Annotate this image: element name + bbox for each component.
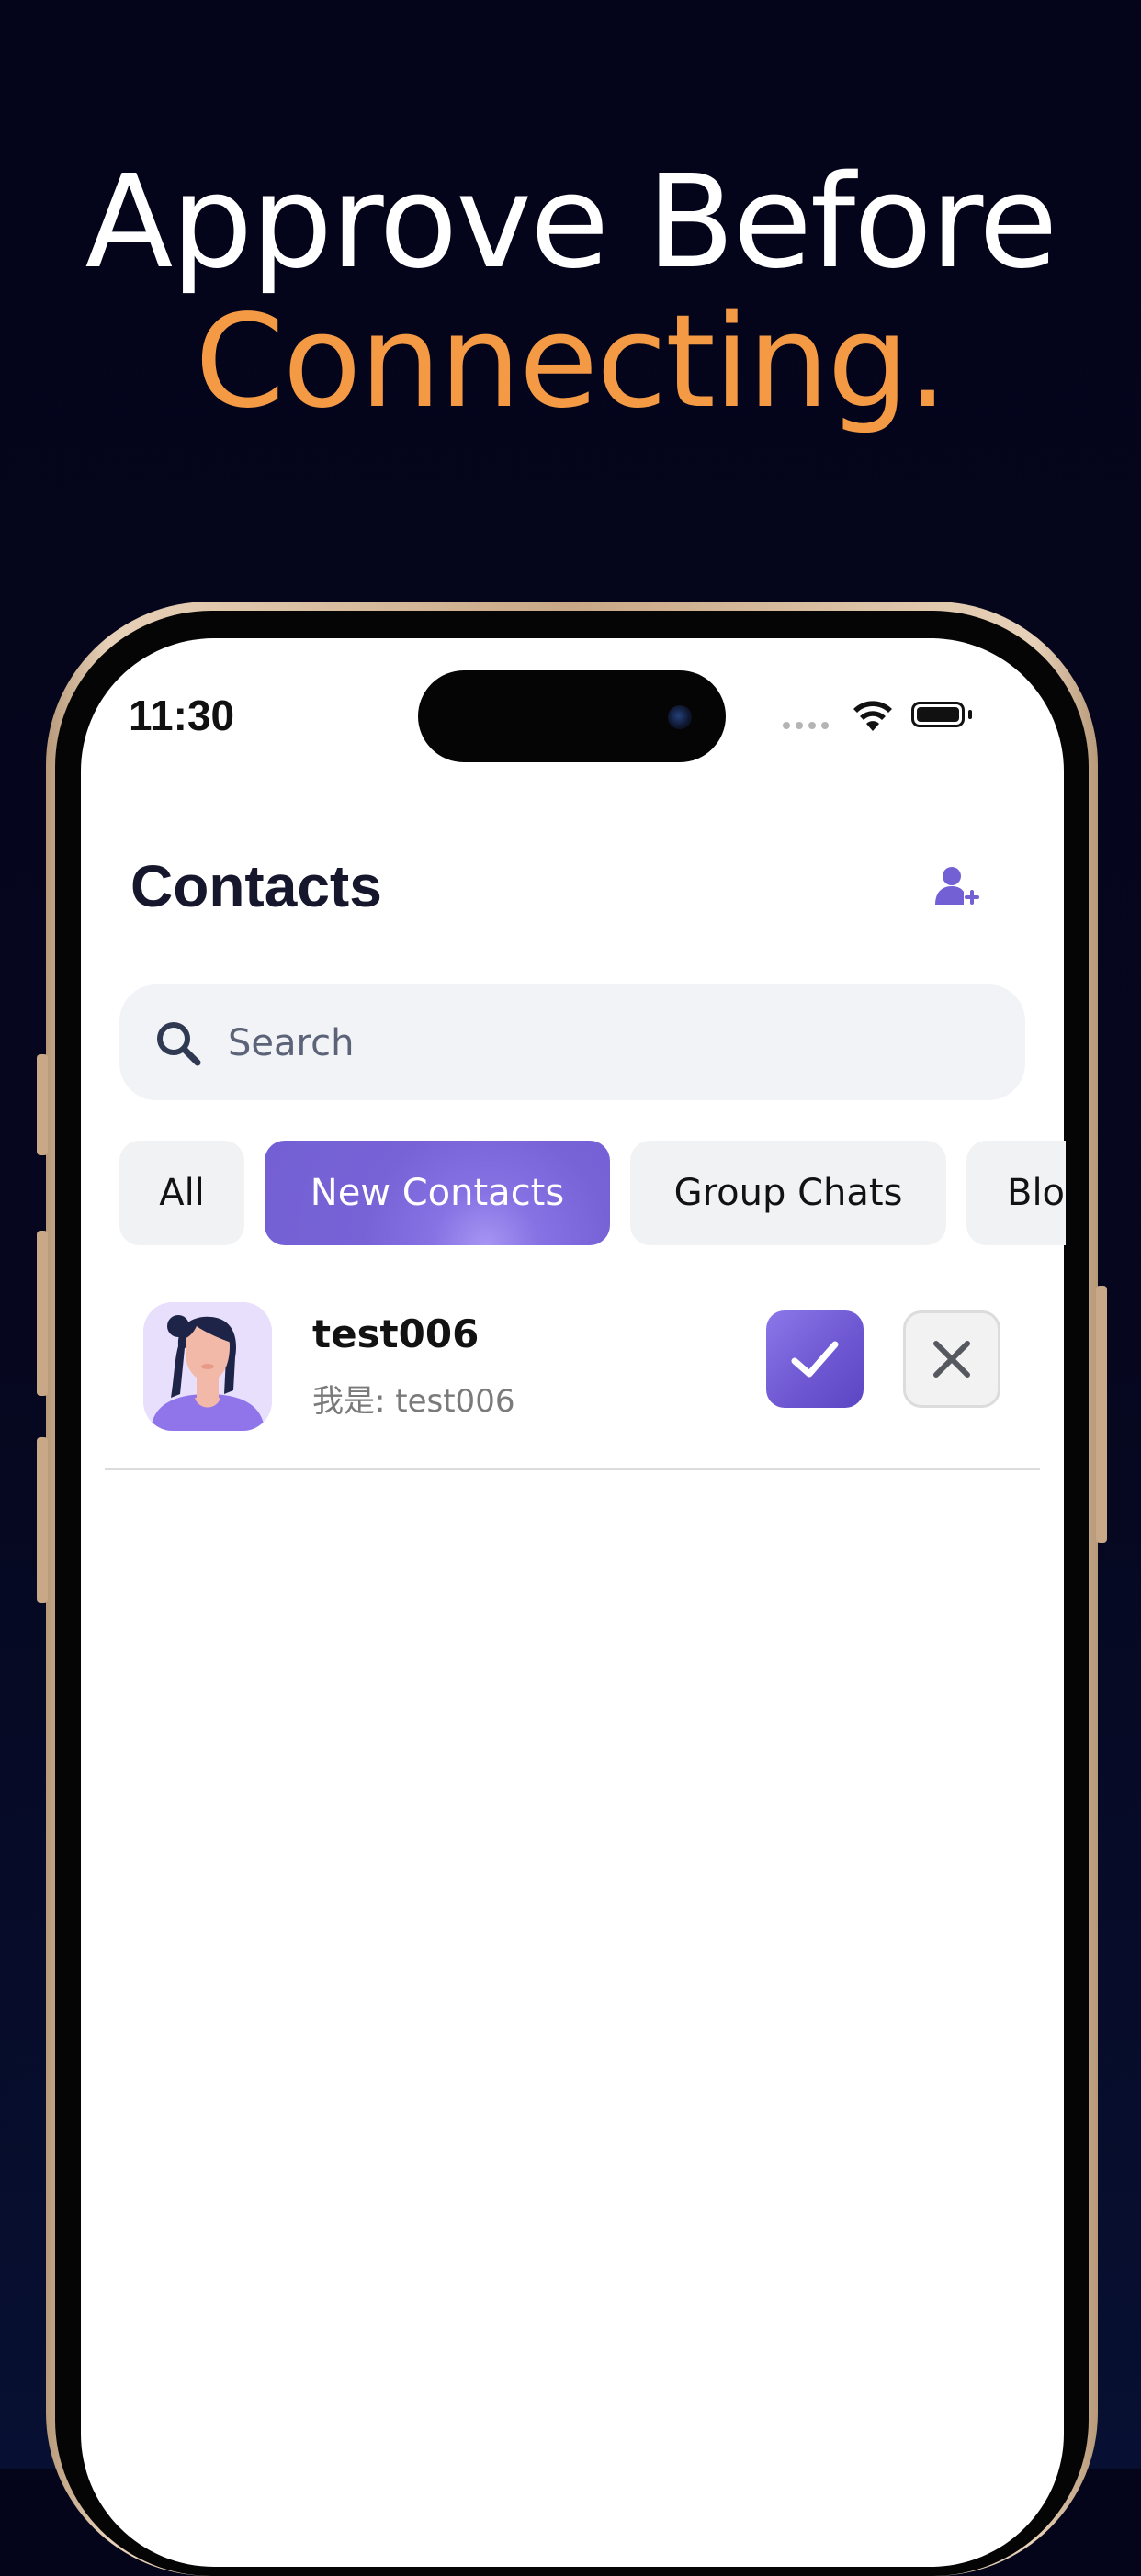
accept-button[interactable] [766,1310,864,1408]
tab-label: Blo [1007,1172,1066,1214]
check-icon [791,1341,839,1378]
tab-all[interactable]: All [119,1141,244,1245]
status-time: 11:30 [129,692,235,739]
filter-tabs: All New Contacts Group Chats Blo [119,1141,1066,1245]
add-person-icon [935,867,979,905]
avatar [143,1302,272,1431]
row-divider [105,1468,1040,1470]
search-bar[interactable] [119,984,1025,1102]
tab-label: New Contacts [310,1172,565,1214]
search-input[interactable] [226,984,983,1102]
page-title: Contacts [130,853,382,919]
tab-blocked[interactable]: Blo [966,1141,1066,1245]
phone-side-button [37,1054,48,1155]
tab-new-contacts[interactable]: New Contacts [265,1141,610,1245]
contact-request-row[interactable]: test006 我是: test006 [143,1302,1001,1431]
phone-side-button [1096,1286,1107,1543]
close-icon [933,1341,970,1378]
wifi-icon [853,701,892,731]
contact-message: 我是: test006 [312,1383,515,1420]
camera-icon [668,705,692,729]
status-icons [783,698,980,735]
add-person-button[interactable] [928,859,987,917]
tab-label: Group Chats [673,1172,903,1214]
tab-label: All [159,1172,205,1214]
contact-name: test006 [312,1311,480,1356]
phone-screen [81,638,1064,2567]
cellular-dots-icon [783,722,829,729]
headline-line-1: Approve Before [85,148,1058,298]
woman-avatar-icon [143,1302,272,1431]
battery-cap [968,710,972,719]
phone-side-button [37,1437,48,1603]
battery-icon [911,702,965,727]
headline-line-2: Connecting. [195,287,948,437]
reject-button[interactable] [903,1310,1000,1408]
tab-group-chats[interactable]: Group Chats [630,1141,946,1245]
search-icon [157,1022,201,1066]
phone-side-button [37,1231,48,1396]
